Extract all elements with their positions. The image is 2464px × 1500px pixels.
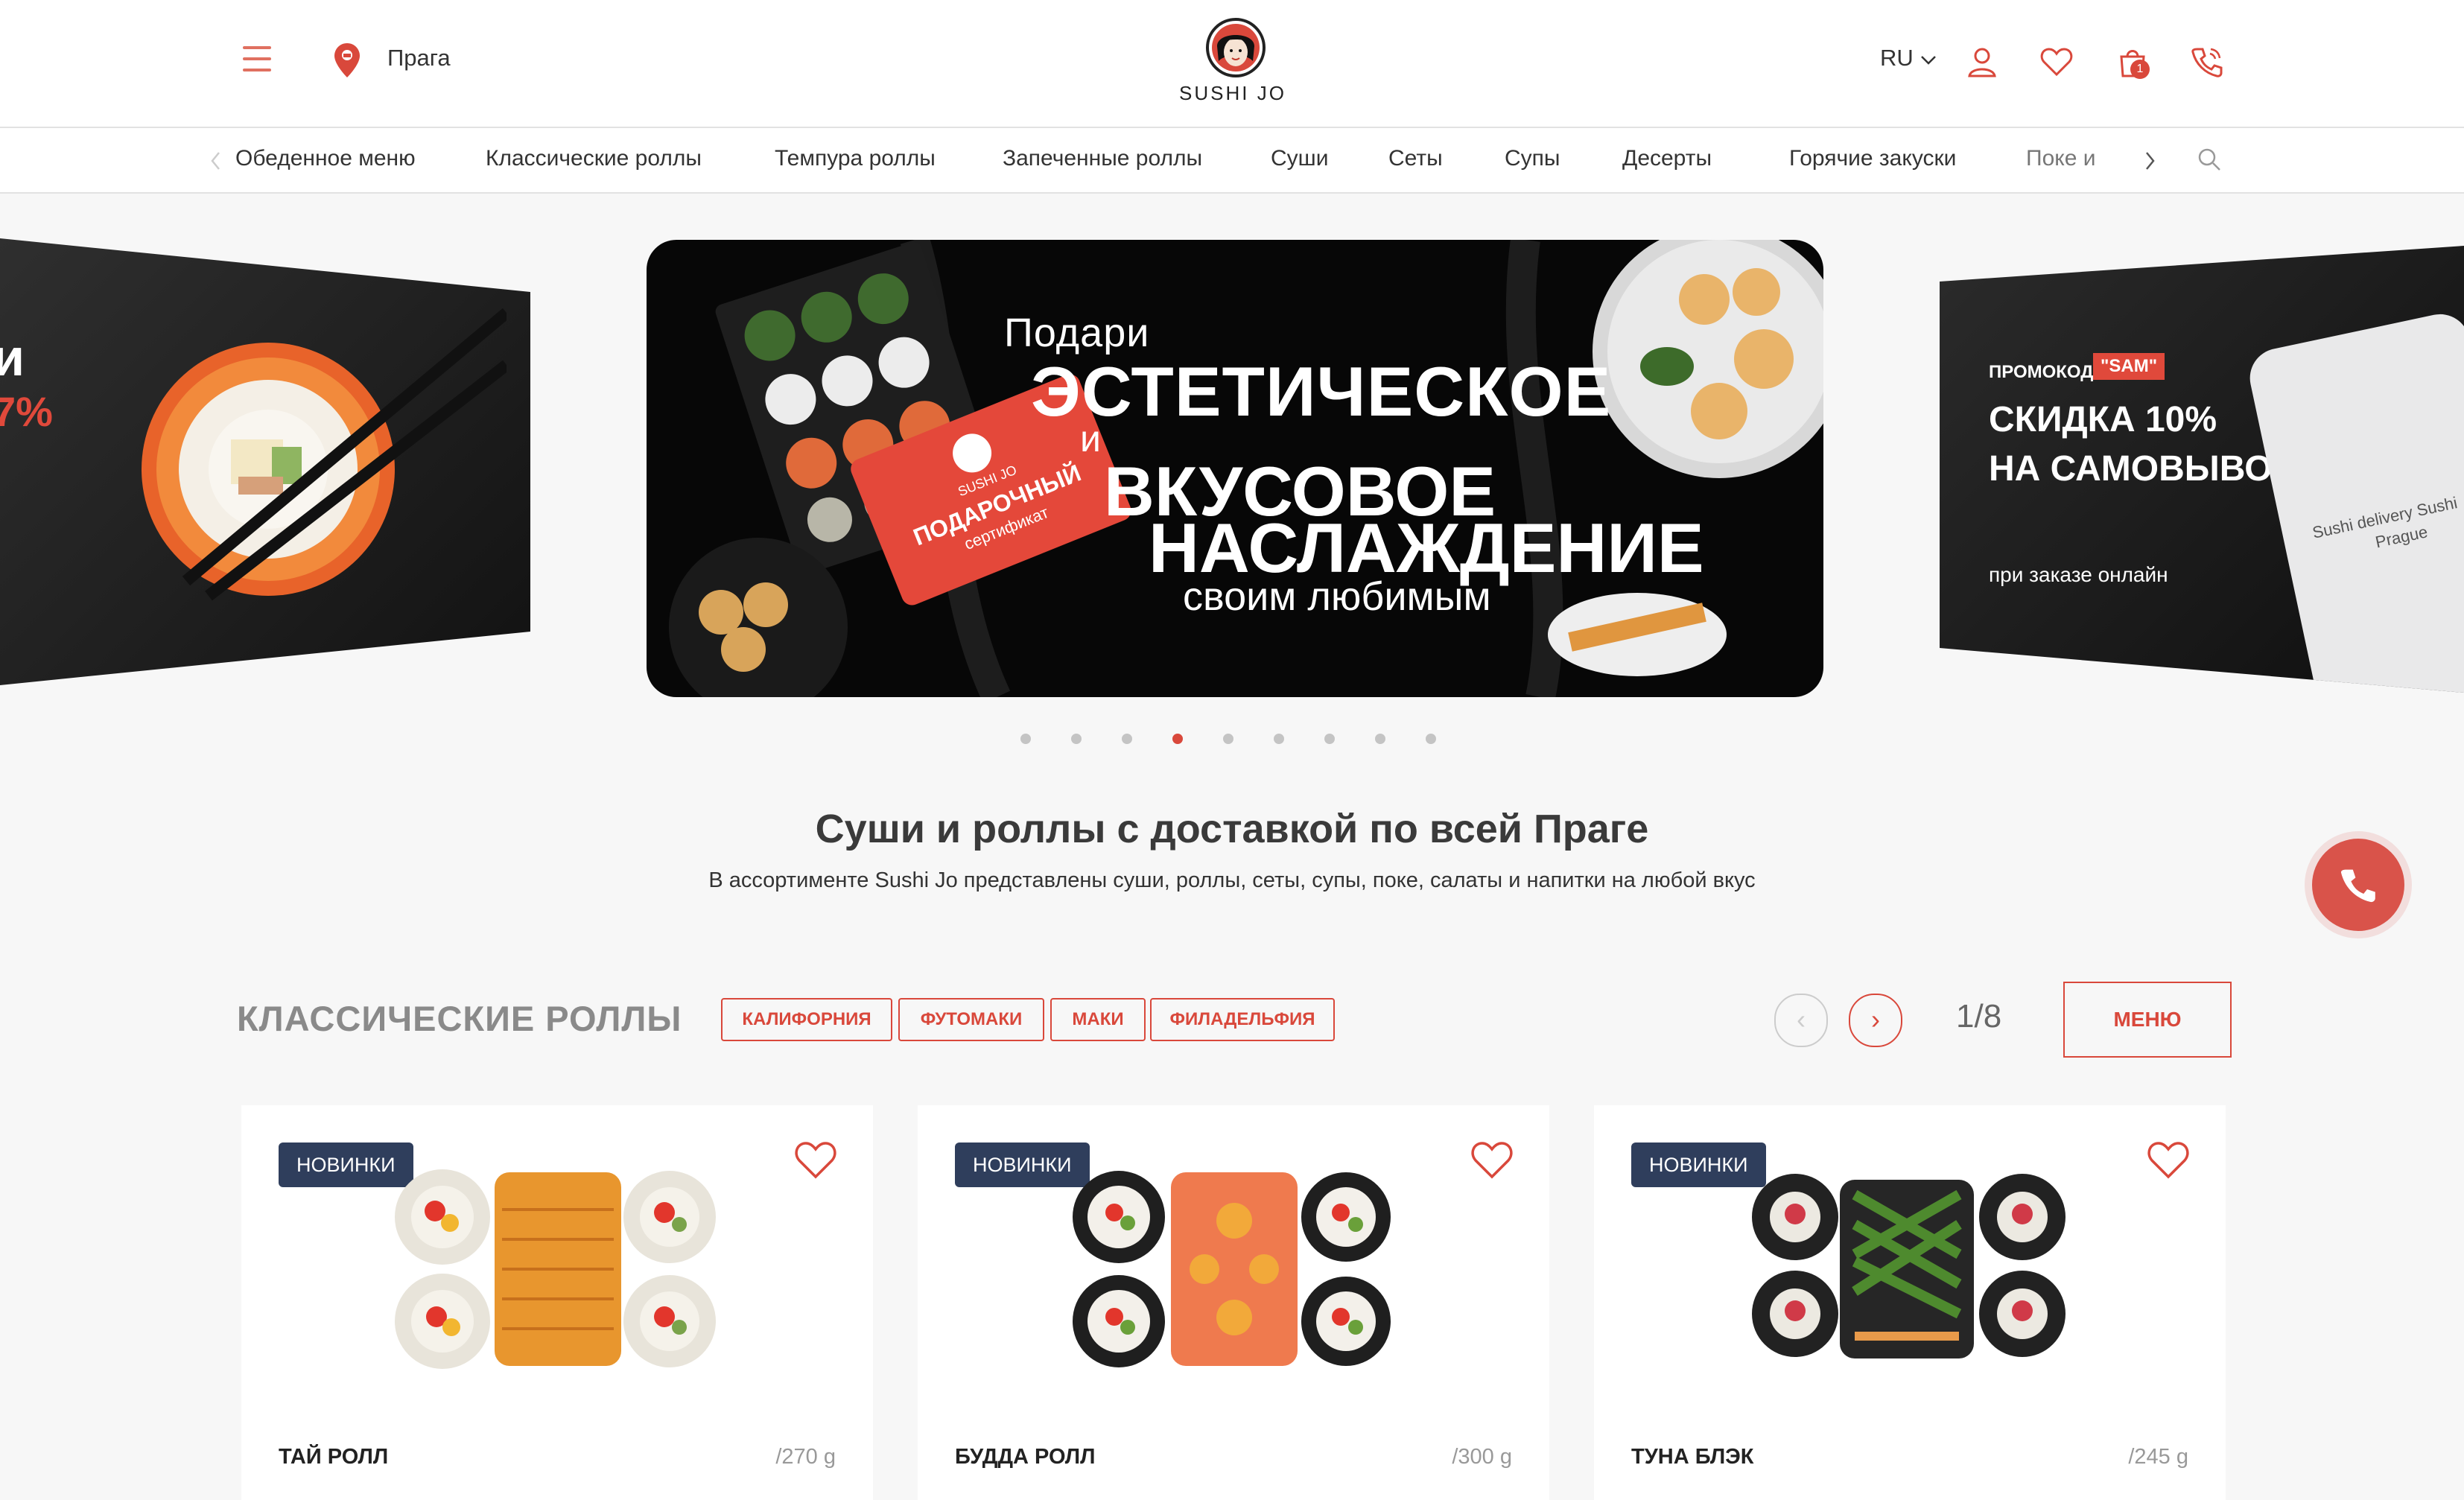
nav-item-poke[interactable]: Поке и [2026, 146, 2096, 171]
chevron-down-icon [1921, 56, 1937, 65]
user-icon[interactable] [1963, 43, 2001, 80]
tag-california[interactable]: КАЛИФОРНИЯ [721, 998, 892, 1041]
product-weight: /270 g [775, 1445, 836, 1469]
slider-dot[interactable] [1020, 734, 1031, 744]
phone-icon[interactable] [2188, 43, 2226, 80]
nav-item-sets[interactable]: Сеты [1388, 146, 1443, 171]
sushi-jo-logo[interactable] [1195, 16, 1277, 83]
promo-line-1: СКИДКА 10% [1989, 400, 2217, 439]
location-pin-icon[interactable] [332, 42, 362, 79]
product-card[interactable]: НОВИНКИ ТАЙ РОЛЛ /270 g [241, 1105, 873, 1500]
slider-dot[interactable] [1375, 734, 1385, 744]
carousel-next-button[interactable]: › [1849, 994, 1902, 1047]
product-weight: /245 g [2128, 1445, 2188, 1469]
nav-item-desserts[interactable]: Десерты [1622, 146, 1712, 171]
nav-next-chevron-icon[interactable] [2144, 150, 2156, 171]
product-image-tuna-black [1752, 1174, 2065, 1358]
favorite-heart-icon[interactable] [1469, 1138, 1515, 1181]
nav-item-baked-rolls[interactable]: Запеченные роллы [1003, 146, 1202, 171]
nav-prev-chevron-icon[interactable] [210, 150, 222, 171]
product-card[interactable]: НОВИНКИ БУДДА РОЛЛ /300 g [918, 1105, 1549, 1500]
hero-slide-gift-certificate[interactable]: SUSHI JO ПОДАРОЧНЫЙ сертификат Подари ЭС… [647, 240, 1823, 697]
slider-dot-active[interactable] [1172, 734, 1183, 744]
slider-dot[interactable] [1122, 734, 1132, 744]
cart-count-badge: 1 [2130, 60, 2150, 79]
search-icon[interactable] [2196, 146, 2223, 173]
menu-hamburger-icon[interactable] [243, 46, 271, 73]
hero-slide-previous[interactable]: и 7% [0, 238, 530, 685]
category-nav: Обеденное меню Классические роллы Темпур… [0, 128, 2464, 194]
hero-line-1: Подари [1004, 311, 1150, 355]
california-roll-image [142, 308, 507, 601]
tag-maki[interactable]: МАКИ [1050, 998, 1146, 1041]
hero-line-3: и [1080, 418, 1101, 460]
product-image-tai-roll [395, 1169, 716, 1369]
nav-item-soups[interactable]: Супы [1505, 146, 1560, 171]
hero-line-6: своим любимым [1183, 574, 1491, 619]
slider-dots [1020, 734, 1452, 749]
menu-button[interactable]: МЕНЮ [2063, 982, 2232, 1058]
promo-label: ПРОМОКОД [1989, 362, 2094, 382]
favorites-heart-icon[interactable] [2038, 43, 2075, 80]
slider-dot[interactable] [1223, 734, 1233, 744]
hero-line-2: ЭСТЕТИЧЕСКОЕ [1031, 352, 1612, 430]
tag-futomaki[interactable]: ФУТОМАКИ [898, 998, 1044, 1041]
tag-philadelphia[interactable]: ФИЛАДЕЛЬФИЯ [1150, 998, 1335, 1041]
product-name[interactable]: ТУНА БЛЭК [1631, 1445, 1754, 1469]
favorite-heart-icon[interactable] [793, 1138, 839, 1181]
floating-call-button[interactable] [2312, 839, 2404, 931]
page-subtitle: В ассортименте Sushi Jo представлены суш… [708, 868, 1756, 892]
product-name[interactable]: БУДДА РОЛЛ [955, 1445, 1096, 1469]
nav-item-sushi[interactable]: Суши [1271, 146, 1329, 171]
carousel-prev-button[interactable]: ‹ [1774, 994, 1828, 1047]
section-title: КЛАССИЧЕСКИЕ РОЛЛЫ [237, 999, 682, 1038]
slider-dot[interactable] [1274, 734, 1284, 744]
nav-item-hot-snacks[interactable]: Горячие закуски [1789, 146, 1956, 171]
promo-code: "SAM" [2093, 353, 2165, 380]
language-selector[interactable]: RU [1880, 45, 1937, 71]
product-image-buddha-roll [1073, 1171, 1391, 1367]
left-slide-discount: 7% [0, 388, 53, 435]
product-name[interactable]: ТАЙ РОЛЛ [279, 1445, 388, 1469]
call-phone-icon [2340, 869, 2375, 903]
promo-line-2: НА САМОВЫВОЗ [1989, 449, 2295, 489]
slider-dot[interactable] [1324, 734, 1335, 744]
promo-line-3: при заказе онлайн [1989, 563, 2168, 586]
nav-item-lunch-menu[interactable]: Обеденное меню [235, 146, 416, 171]
hero-slide-next[interactable]: ПРОМОКОД "SAM" СКИДКА 10% НА САМОВЫВОЗ п… [1940, 246, 2464, 693]
nav-item-classic-rolls[interactable]: Классические роллы [486, 146, 702, 171]
city-selector[interactable]: Прага [387, 45, 451, 71]
product-card[interactable]: НОВИНКИ ТУНА БЛЭК /245 g [1594, 1105, 2226, 1500]
carousel-pager: 1/8 [1956, 998, 2002, 1035]
site-header: Прага SUSHI JO RU 1 [0, 0, 2464, 128]
language-label: RU [1880, 45, 1914, 71]
left-slide-title: и [0, 328, 25, 387]
favorite-heart-icon[interactable] [2145, 1138, 2191, 1181]
slider-dot[interactable] [1071, 734, 1082, 744]
logo-text: SUSHI JO [1179, 82, 1286, 104]
page-title: Суши и роллы с доставкой по всей Праге [815, 807, 1649, 851]
product-weight: /300 g [1452, 1445, 1512, 1469]
nav-item-tempura-rolls[interactable]: Темпура роллы [775, 146, 936, 171]
slider-dot[interactable] [1426, 734, 1436, 744]
phone-mockup-image: Sushi delivery Sushi Prague [2244, 308, 2464, 693]
